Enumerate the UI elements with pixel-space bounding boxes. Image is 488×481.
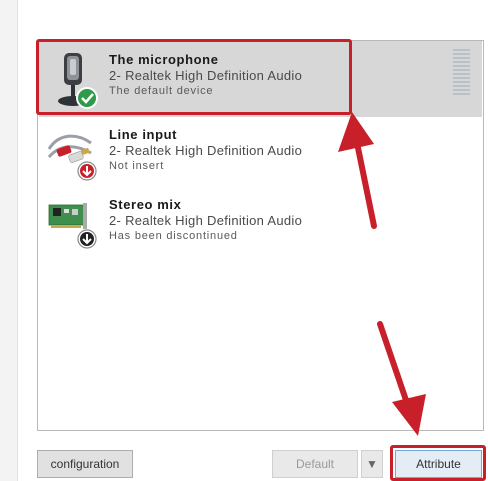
device-item-line-input[interactable]: Line input 2- Realtek High Definition Au… — [39, 123, 482, 191]
device-driver: 2- Realtek High Definition Audio — [109, 213, 303, 228]
device-status: The default device — [109, 85, 214, 97]
device-name: The microphone — [109, 52, 219, 67]
device-status: Has been discontinued — [109, 230, 238, 242]
left-window-edge — [0, 0, 18, 481]
device-name: Stereo mix — [109, 197, 182, 212]
line-input-cable-icon — [47, 134, 97, 181]
default-check-badge — [76, 87, 98, 109]
device-name: Line input — [109, 127, 178, 142]
device-status: Not insert — [109, 160, 165, 172]
device-driver: 2- Realtek High Definition Audio — [109, 68, 303, 83]
default-dropdown-button[interactable]: ▼ — [361, 450, 383, 478]
level-meter — [453, 49, 470, 95]
attribute-button[interactable]: Attribute — [395, 450, 482, 478]
device-item-microphone[interactable]: The microphone 2- Realtek High Definitio… — [39, 41, 482, 117]
device-item-stereo-mix[interactable]: Stereo mix 2- Realtek High Definition Au… — [39, 193, 482, 261]
set-default-button[interactable]: Default — [272, 450, 358, 478]
recording-device-list[interactable]: The microphone 2- Realtek High Definitio… — [37, 40, 484, 431]
microphone-icon — [58, 53, 98, 109]
device-driver: 2- Realtek High Definition Audio — [109, 143, 303, 158]
configuration-button[interactable]: configuration — [37, 450, 133, 478]
chevron-down-icon: ▼ — [366, 457, 378, 471]
sound-card-icon — [48, 203, 97, 249]
